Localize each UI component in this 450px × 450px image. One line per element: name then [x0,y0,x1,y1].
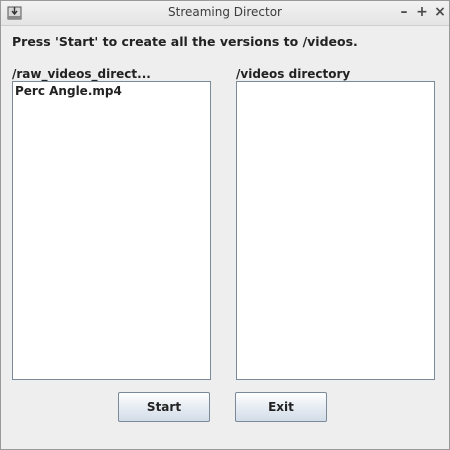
raw-videos-list[interactable]: Perc Angle.mp4 [12,81,211,380]
close-icon[interactable]: × [433,4,447,20]
videos-list[interactable] [236,81,435,380]
raw-videos-list-title: /raw_videos_direct... [12,67,151,81]
app-window: Streaming Director – + × Press 'Start' t… [0,0,450,450]
instruction-label: Press 'Start' to create all the versions… [12,34,358,49]
list-item[interactable]: Perc Angle.mp4 [15,84,122,98]
title-bar[interactable]: Streaming Director – + × [1,1,449,26]
minimize-icon[interactable]: – [397,4,411,20]
videos-list-title: /videos directory [236,67,351,81]
maximize-icon[interactable]: + [415,4,429,20]
start-button[interactable]: Start [118,392,210,422]
exit-button[interactable]: Exit [235,392,327,422]
window-title: Streaming Director [168,5,282,19]
